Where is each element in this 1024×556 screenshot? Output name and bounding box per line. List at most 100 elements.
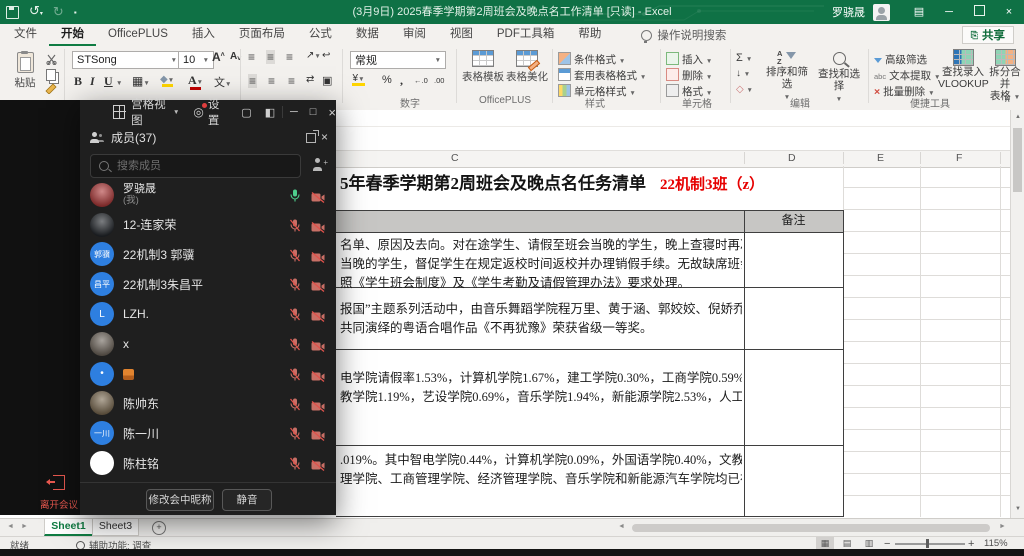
sheet-tab-sheet1[interactable]: Sheet1 bbox=[44, 519, 93, 536]
page-break-view-icon[interactable]: ▥ bbox=[860, 537, 878, 549]
sheet-title-cell[interactable]: 5年春季学期第2周班会及晚点名任务清单22机制3班（z） bbox=[340, 169, 1008, 194]
column-header-d[interactable]: D bbox=[788, 152, 796, 164]
column-header-c[interactable]: C bbox=[451, 152, 459, 164]
close-button[interactable]: × bbox=[994, 0, 1024, 24]
conditional-formatting-button[interactable]: 条件格式 ▼ bbox=[558, 52, 625, 67]
collapse-ribbon-icon[interactable]: ∧ bbox=[1004, 94, 1011, 105]
zoom-slider-thumb[interactable] bbox=[926, 539, 929, 548]
align-top-icon[interactable]: ≡ bbox=[248, 50, 255, 64]
zoom-level[interactable]: 115% bbox=[984, 538, 1008, 549]
share-button[interactable]: ⎘ 共享 bbox=[962, 26, 1014, 44]
sheet-text-row[interactable]: 报国”主题系列活动中，由音乐舞蹈学院程万里、黄于涵、郭姣姣、倪娇乔四位共同演绎的… bbox=[340, 288, 742, 338]
horizontal-scroll-thumb[interactable] bbox=[632, 524, 990, 532]
format-as-table-button[interactable]: 套用表格格式 ▼ bbox=[558, 68, 646, 83]
hscroll-left-icon[interactable]: ◄ bbox=[618, 523, 625, 530]
camera-off-icon[interactable] bbox=[311, 458, 325, 476]
camera-off-icon[interactable] bbox=[311, 369, 325, 387]
tab-scroll-right-icon[interactable]: ► bbox=[21, 523, 28, 530]
menu-tab-1[interactable]: 文件 bbox=[2, 24, 49, 44]
merge-center-icon[interactable]: ▣ bbox=[322, 74, 332, 87]
member-row[interactable]: 陈柱铭 bbox=[80, 448, 336, 478]
side-panel-icon[interactable]: ◧ bbox=[265, 106, 275, 119]
menu-tab-6[interactable]: 公式 bbox=[297, 24, 344, 44]
phonetic-guide-button[interactable]: 文▼ bbox=[214, 74, 231, 90]
advanced-filter-button[interactable]: 高级筛选 bbox=[874, 52, 927, 67]
scroll-up-icon[interactable]: ▲ bbox=[1011, 114, 1024, 120]
member-row[interactable]: LLZH. bbox=[80, 299, 336, 329]
align-center-icon[interactable]: ≡ bbox=[268, 74, 275, 88]
page-layout-view-icon[interactable]: ▤ bbox=[838, 537, 856, 549]
member-row[interactable]: 一川陈一川 bbox=[80, 418, 336, 448]
member-row[interactable]: 12-连家荣 bbox=[80, 210, 336, 240]
font-name-combo[interactable]: STSong▼ bbox=[72, 51, 182, 69]
restore-button[interactable] bbox=[964, 0, 994, 24]
underline-button[interactable]: U bbox=[104, 74, 113, 89]
underline-dropdown-icon[interactable]: ▼ bbox=[116, 80, 122, 87]
indent-icons[interactable]: ⇄ bbox=[306, 74, 314, 85]
normal-view-icon[interactable]: ▦ bbox=[816, 537, 834, 549]
increase-decimal-icon[interactable]: ←.0 bbox=[414, 76, 428, 85]
mic-muted-icon[interactable] bbox=[289, 219, 301, 237]
mic-muted-icon[interactable] bbox=[289, 249, 301, 267]
member-row[interactable]: 罗骁晟(我) bbox=[80, 180, 336, 210]
accounting-format-icon[interactable]: ¥▼ bbox=[352, 73, 365, 86]
member-row[interactable]: 郭骥22机制3 郭骥 bbox=[80, 240, 336, 270]
tell-me-search[interactable]: 操作说明搜索 bbox=[641, 27, 726, 43]
menu-tab-4[interactable]: 插入 bbox=[180, 24, 227, 44]
account-avatar[interactable] bbox=[873, 4, 890, 21]
panel-maximize-icon[interactable]: □ bbox=[310, 106, 317, 118]
mic-muted-icon[interactable] bbox=[289, 427, 301, 445]
insert-cells-button[interactable]: 插入 ▼ bbox=[666, 52, 712, 67]
tab-scroll-left-icon[interactable]: ◄ bbox=[7, 523, 14, 530]
account-name[interactable]: 罗骁晟 bbox=[832, 4, 865, 20]
clear-button[interactable]: ◇ ▼ bbox=[736, 84, 753, 95]
wrap-text-icon[interactable]: ↩ bbox=[322, 50, 330, 61]
member-search-box[interactable] bbox=[90, 154, 301, 178]
vertical-scrollbar[interactable]: ▲ ▼ bbox=[1010, 110, 1024, 518]
percent-style-icon[interactable]: % bbox=[382, 74, 392, 86]
camera-off-icon[interactable] bbox=[311, 190, 325, 208]
camera-off-icon[interactable] bbox=[311, 220, 325, 238]
vertical-scroll-thumb[interactable] bbox=[1013, 128, 1022, 192]
menu-tab-3[interactable]: OfficePLUS bbox=[96, 24, 180, 44]
sheet-text-row[interactable]: 名单、原因及去向。对在途学生、请假至班会当晚的学生，晚上查寝时再次确认学当晚的学… bbox=[340, 233, 742, 293]
font-color-button[interactable]: A▼ bbox=[188, 73, 203, 90]
cut-button[interactable] bbox=[44, 54, 58, 67]
format-painter-button[interactable] bbox=[44, 83, 58, 96]
camera-off-icon[interactable] bbox=[311, 428, 325, 446]
mic-muted-icon[interactable] bbox=[289, 338, 301, 356]
member-row[interactable]: 陈帅东 bbox=[80, 389, 336, 419]
camera-off-icon[interactable] bbox=[311, 309, 325, 327]
copy-button[interactable] bbox=[44, 69, 58, 82]
find-select-button[interactable]: 查找和选择▼ bbox=[814, 50, 864, 106]
italic-button[interactable]: I bbox=[90, 74, 95, 89]
sheet-text-row[interactable]: 电学院请假率1.53%，计算机学院1.67%，建工学院0.30%，工商学院0.5… bbox=[340, 350, 742, 407]
sheet-text-row[interactable]: .019%。其中智电学院0.44%，计算机学院0.09%，外国语学院0.40%，… bbox=[340, 446, 742, 489]
bold-button[interactable]: B bbox=[74, 74, 82, 89]
scroll-down-icon[interactable]: ▼ bbox=[1011, 506, 1024, 512]
zoom-slider-track[interactable] bbox=[895, 543, 965, 545]
menu-tab-9[interactable]: 视图 bbox=[438, 24, 485, 44]
decrease-decimal-icon[interactable]: .00 bbox=[434, 76, 444, 85]
popout-icon[interactable] bbox=[306, 133, 316, 143]
number-format-combo[interactable]: 常规▼ bbox=[350, 51, 446, 69]
align-bottom-icon[interactable]: ≡ bbox=[286, 50, 293, 64]
align-right-icon[interactable]: ≡ bbox=[288, 74, 295, 88]
table-template-button[interactable]: 表格模板 bbox=[462, 50, 504, 84]
search-input[interactable] bbox=[115, 159, 269, 173]
grid-view-icon[interactable] bbox=[113, 105, 125, 119]
sheet-tab-sheet3[interactable]: Sheet3 bbox=[92, 519, 139, 536]
comma-style-icon[interactable]: , bbox=[400, 73, 403, 88]
increase-font-icon[interactable]: A˄ bbox=[212, 50, 225, 64]
autosum-button[interactable]: Σ ▼ bbox=[736, 52, 752, 64]
mic-muted-icon[interactable] bbox=[289, 398, 301, 416]
align-left-icon[interactable]: ≡ bbox=[248, 74, 257, 88]
add-member-icon[interactable]: + bbox=[312, 158, 328, 172]
camera-off-icon[interactable] bbox=[311, 250, 325, 268]
menu-tab-5[interactable]: 页面布局 bbox=[227, 24, 297, 44]
mic-muted-icon[interactable] bbox=[289, 368, 301, 386]
mute-button[interactable]: 静音 bbox=[222, 489, 272, 511]
delete-cells-button[interactable]: 删除 ▼ bbox=[666, 68, 712, 83]
camera-off-icon[interactable] bbox=[311, 399, 325, 417]
paste-button[interactable]: 粘贴 bbox=[10, 52, 40, 90]
